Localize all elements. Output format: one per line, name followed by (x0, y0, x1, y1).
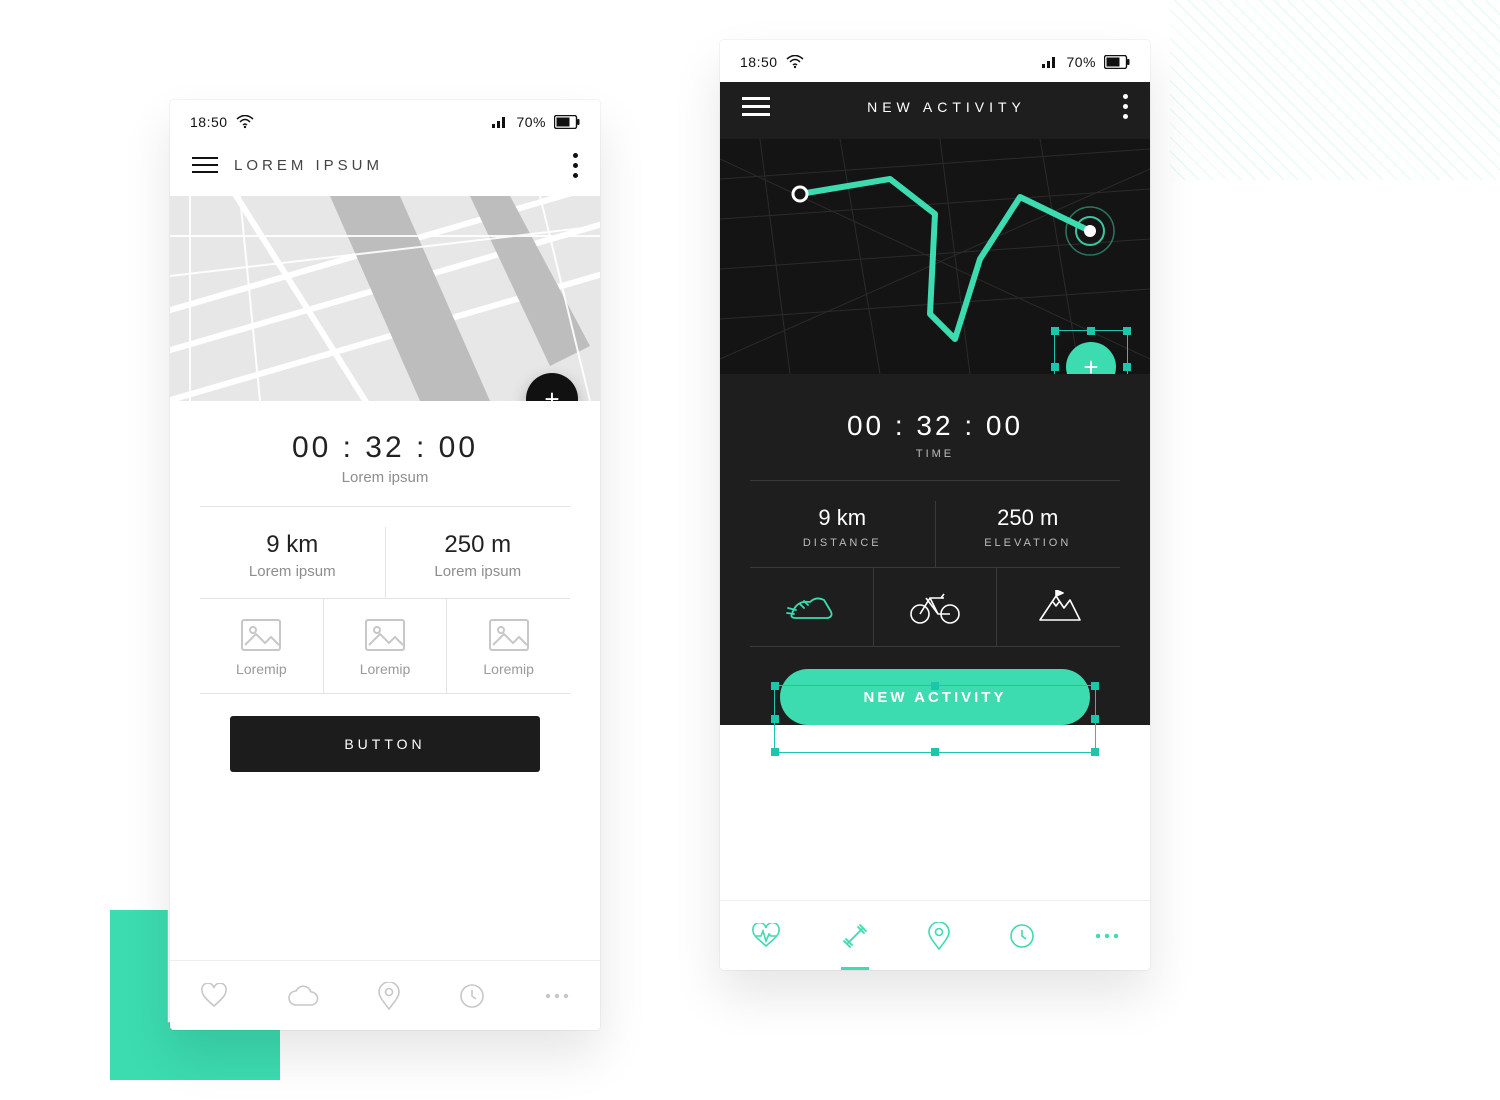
plus-icon: + (1083, 352, 1098, 375)
elevation-value: 250 m (396, 531, 561, 559)
page-title: NEW ACTIVITY (867, 99, 1026, 115)
tab-bar (720, 900, 1150, 970)
phone-wireframe: 18:50 70% LOREM IPSUM (170, 100, 600, 1030)
divider (200, 506, 570, 507)
battery-icon (554, 115, 580, 129)
tab-location[interactable] (378, 982, 400, 1010)
activity-row: Loremip Loremip Loremip (200, 598, 570, 694)
tab-activity[interactable] (841, 922, 869, 950)
decorative-diagonals (1170, 0, 1500, 180)
distance-label: Lorem ipsum (210, 563, 375, 580)
map-dark (720, 139, 1150, 374)
activity-label: Loremip (360, 661, 411, 677)
map-lines (170, 196, 600, 401)
elevation-cell: 250 m Lorem ipsum (385, 527, 571, 598)
header: LOREM IPSUM (170, 142, 600, 196)
distance-label: DISTANCE (760, 537, 925, 549)
mountain-icon (1036, 590, 1082, 624)
pin-icon (928, 922, 950, 950)
distance-value: 9 km (760, 505, 925, 531)
tab-location[interactable] (928, 922, 950, 950)
activity-label: Loremip (236, 661, 287, 677)
distance-cell: 9 km DISTANCE (750, 501, 935, 567)
more-horizontal-icon (1094, 932, 1120, 940)
tab-more[interactable] (1094, 932, 1120, 940)
tab-cloud[interactable] (287, 985, 319, 1007)
wifi-icon (236, 115, 254, 129)
status-bar: 18:50 70% (720, 40, 1150, 82)
tab-bar (170, 960, 600, 1030)
clock-icon (1009, 923, 1035, 949)
status-time: 18:50 (190, 114, 228, 130)
tab-clock[interactable] (1009, 923, 1035, 949)
status-time: 18:50 (740, 54, 778, 70)
primary-button[interactable]: BUTTON (230, 716, 540, 772)
hamburger-icon[interactable] (742, 92, 770, 121)
button-label: BUTTON (344, 736, 425, 752)
distance-value: 9 km (210, 531, 375, 559)
phone-hifi: 18:50 70% NEW ACTIVITY (720, 40, 1150, 970)
elevation-label: ELEVATION (946, 537, 1111, 549)
tab-heart[interactable] (200, 983, 228, 1009)
new-activity-button[interactable]: NEW ACTIVITY (780, 669, 1090, 725)
timer-value: 00 : 32 : 00 (750, 410, 1120, 442)
elevation-cell: 250 m ELEVATION (935, 501, 1121, 567)
status-battery-pct: 70% (516, 114, 546, 130)
heartrate-icon (750, 923, 782, 949)
activity-option-1[interactable]: Loremip (200, 599, 323, 693)
activity-option-3[interactable]: Loremip (446, 599, 570, 693)
dumbbell-icon (841, 922, 869, 950)
plus-icon: + (544, 384, 559, 402)
activity-label: Loremip (483, 661, 534, 677)
status-bar: 18:50 70% (170, 100, 600, 142)
status-battery-pct: 70% (1066, 54, 1096, 70)
page-title: LOREM IPSUM (234, 157, 383, 174)
signal-icon (1042, 56, 1058, 68)
timer-label: Lorem ipsum (200, 469, 570, 486)
more-icon[interactable] (573, 153, 578, 178)
more-horizontal-icon (544, 992, 570, 1000)
activity-run[interactable] (750, 568, 873, 646)
bicycle-icon (908, 590, 962, 624)
elevation-value: 250 m (946, 505, 1111, 531)
battery-icon (1104, 55, 1130, 69)
image-placeholder-icon (365, 619, 405, 651)
activity-option-2[interactable]: Loremip (323, 599, 447, 693)
activity-cycle[interactable] (873, 568, 997, 646)
distance-cell: 9 km Lorem ipsum (200, 527, 385, 598)
map-route[interactable]: + (720, 139, 1150, 374)
clock-icon (459, 983, 485, 1009)
pin-icon (378, 982, 400, 1010)
hamburger-icon[interactable] (192, 152, 218, 178)
activity-row (750, 567, 1120, 647)
tab-more[interactable] (544, 992, 570, 1000)
elevation-label: Lorem ipsum (396, 563, 561, 580)
stats-panel: 00 : 32 : 00 Lorem ipsum 9 km Lorem ipsu… (170, 401, 600, 772)
button-label: NEW ACTIVITY (864, 689, 1007, 706)
timer-label: TIME (750, 448, 1120, 460)
stats-panel: 00 : 32 : 00 TIME 9 km DISTANCE 250 m EL… (720, 374, 1150, 725)
image-placeholder-icon (241, 619, 281, 651)
cloud-icon (287, 985, 319, 1007)
signal-icon (492, 116, 508, 128)
tab-clock[interactable] (459, 983, 485, 1009)
more-icon[interactable] (1123, 94, 1128, 119)
wifi-icon (786, 55, 804, 69)
header: NEW ACTIVITY (720, 82, 1150, 139)
map-wireframe[interactable]: + (170, 196, 600, 401)
activity-hike[interactable] (996, 568, 1120, 646)
tab-heartrate[interactable] (750, 923, 782, 949)
heart-icon (200, 983, 228, 1009)
running-shoe-icon (786, 590, 836, 624)
timer-value: 00 : 32 : 00 (200, 431, 570, 465)
divider (750, 480, 1120, 481)
image-placeholder-icon (489, 619, 529, 651)
